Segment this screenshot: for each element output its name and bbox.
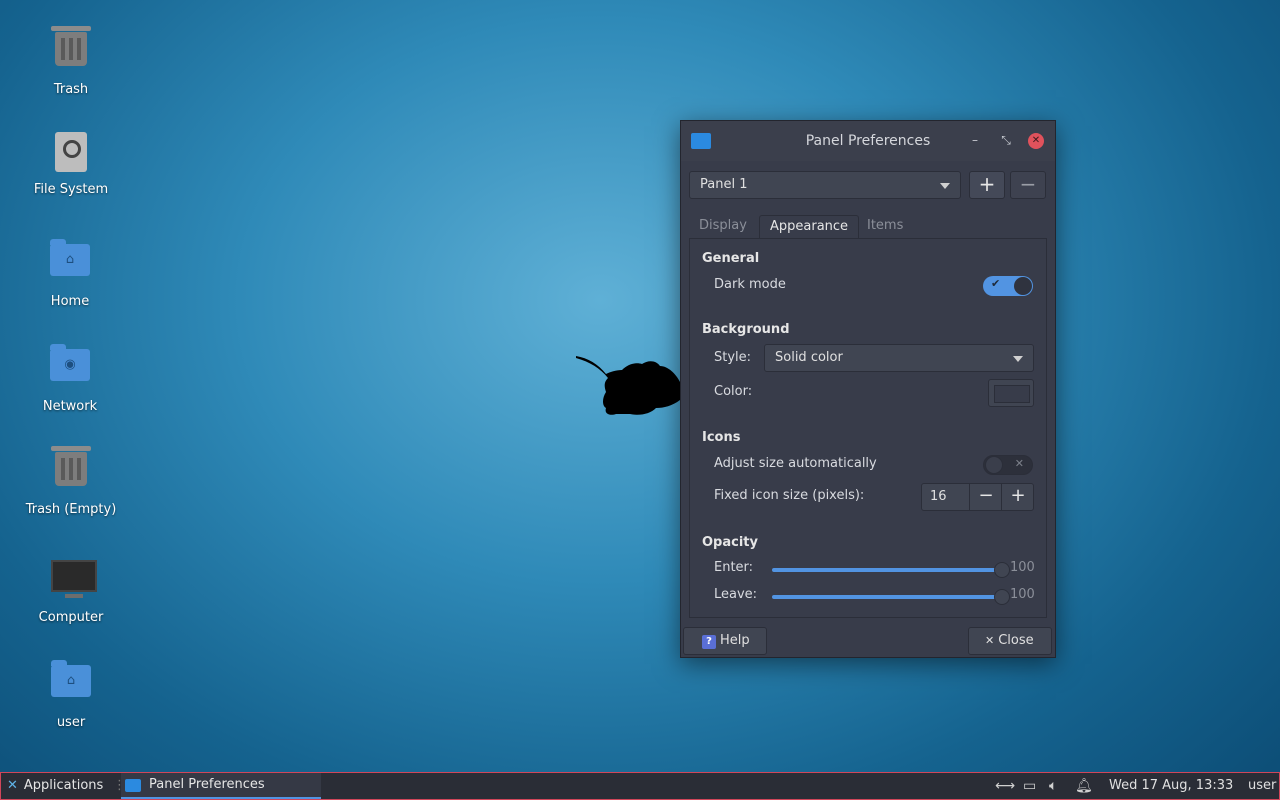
background-color-button[interactable] [988, 379, 1034, 407]
leave-opacity-slider[interactable] [772, 589, 1010, 605]
panel-select-value: Panel 1 [700, 177, 748, 192]
desktop-icon-network[interactable]: ◉ Network [10, 339, 130, 414]
notification-bell-icon[interactable]: 🔔︎ [1075, 773, 1093, 799]
taskbar-window-panel-preferences[interactable]: Panel Preferences [121, 773, 321, 799]
volume-icon[interactable]: 🔈︎ [1049, 773, 1057, 799]
style-select-value: Solid color [775, 350, 843, 365]
dialog-titlebar[interactable]: Panel Preferences – ⤡ ✕ [681, 121, 1055, 161]
increase-icon-size-button[interactable]: + [1001, 484, 1034, 510]
enter-opacity-label: Enter: [714, 560, 754, 575]
fixed-icon-size-label: Fixed icon size (pixels): [714, 488, 865, 503]
adjust-size-switch[interactable]: ✕ [983, 455, 1033, 475]
slider-fill [772, 595, 1002, 599]
close-icon: ✕ [985, 634, 995, 647]
style-label: Style: [714, 350, 752, 365]
section-title-general: General [702, 251, 760, 266]
switch-knob [985, 456, 1003, 474]
desktop-icon-label: Network [42, 399, 98, 414]
user-menu[interactable]: user [1248, 773, 1276, 799]
slider-handle[interactable] [994, 562, 1010, 578]
off-x-icon: ✕ [1014, 457, 1024, 470]
home-folder-icon: ⌂ [50, 239, 90, 288]
tab-appearance[interactable]: Appearance [759, 215, 860, 239]
display-icon[interactable]: ▭ [1023, 773, 1036, 799]
taskbar: ✕ Applications ⋮ Panel Preferences ⟷ ▭ 🔈︎… [0, 772, 1280, 800]
trash-icon [51, 446, 91, 496]
icon-size-input[interactable]: 16 [930, 484, 947, 510]
dark-mode-label: Dark mode [714, 277, 786, 292]
desktop-icon-label: Computer [38, 610, 104, 625]
desktop-icon-trash[interactable]: Trash [11, 24, 131, 97]
minimize-button[interactable]: – [967, 133, 983, 149]
xfce-mouse-logo [576, 356, 680, 415]
chevron-down-icon [940, 183, 950, 189]
color-swatch [994, 385, 1030, 403]
leave-opacity-value: 100 [1010, 587, 1035, 602]
computer-icon [51, 560, 97, 604]
enter-opacity-value: 100 [1010, 560, 1035, 575]
xfce-logo-icon: ✕ [7, 778, 18, 793]
adjust-size-label: Adjust size automatically [714, 456, 877, 471]
tab-items[interactable]: Items [857, 215, 913, 239]
applications-label: Applications [23, 778, 104, 793]
color-label: Color: [714, 384, 753, 399]
help-button-label: Help [720, 633, 750, 648]
panel-preferences-dialog: Panel Preferences – ⤡ ✕ Panel 1 + − Disp… [680, 120, 1056, 658]
leave-opacity-label: Leave: [714, 587, 758, 602]
decrease-icon-size-button[interactable]: − [969, 484, 1002, 510]
help-icon: ? [702, 635, 716, 649]
desktop-icon-user[interactable]: ⌂ user [11, 655, 131, 730]
taskbar-window-label: Panel Preferences [149, 777, 265, 792]
desktop-icon-label: Trash (Empty) [25, 502, 117, 517]
desktop-icon-home[interactable]: ⌂ Home [10, 234, 130, 309]
section-title-opacity: Opacity [702, 535, 758, 550]
network-folder-icon: ◉ [50, 344, 90, 393]
dark-mode-switch[interactable]: ✔ [983, 276, 1033, 296]
add-panel-button[interactable]: + [969, 171, 1005, 199]
background-style-select[interactable]: Solid color [764, 344, 1034, 372]
close-button-label: Close [998, 633, 1034, 648]
desktop-icon-label: Home [50, 294, 90, 309]
switch-knob [1014, 277, 1032, 295]
section-title-icons: Icons [702, 430, 741, 445]
icon-size-spinner: 16 − + [921, 483, 1034, 511]
desktop-icon-computer[interactable]: Computer [11, 550, 131, 625]
network-icon[interactable]: ⟷ [995, 773, 1015, 799]
tab-display[interactable]: Display [689, 215, 757, 239]
window-app-icon [125, 779, 141, 792]
desktop-icon-label: File System [33, 182, 109, 197]
check-icon: ✔ [991, 277, 1001, 290]
trash-icon [51, 26, 91, 76]
restore-button[interactable]: ⤡ [998, 133, 1014, 149]
desktop-icon-file-system[interactable]: File System [11, 130, 131, 197]
slider-fill [772, 568, 1002, 572]
remove-panel-button[interactable]: − [1010, 171, 1046, 199]
drive-icon [51, 132, 91, 176]
desktop-icon-label: user [56, 715, 86, 730]
enter-opacity-slider[interactable] [772, 562, 1010, 578]
desktop-icon-trash-empty[interactable]: Trash (Empty) [11, 444, 131, 517]
slider-handle[interactable] [994, 589, 1010, 605]
help-button[interactable]: ? Help [683, 627, 767, 655]
close-window-button[interactable]: ✕ [1028, 133, 1044, 149]
chevron-down-icon [1013, 356, 1023, 362]
home-folder-icon: ⌂ [51, 660, 91, 709]
panel-select[interactable]: Panel 1 [689, 171, 961, 199]
section-title-background: Background [702, 322, 790, 337]
applications-menu-button[interactable]: ✕ Applications [7, 773, 103, 799]
desktop-icon-label: Trash [53, 82, 89, 97]
clock[interactable]: Wed 17 Aug, 13:33 [1109, 773, 1233, 799]
close-button[interactable]: ✕ Close [968, 627, 1052, 655]
appearance-tab-pane: General Dark mode ✔ Background Style: So… [689, 238, 1047, 618]
